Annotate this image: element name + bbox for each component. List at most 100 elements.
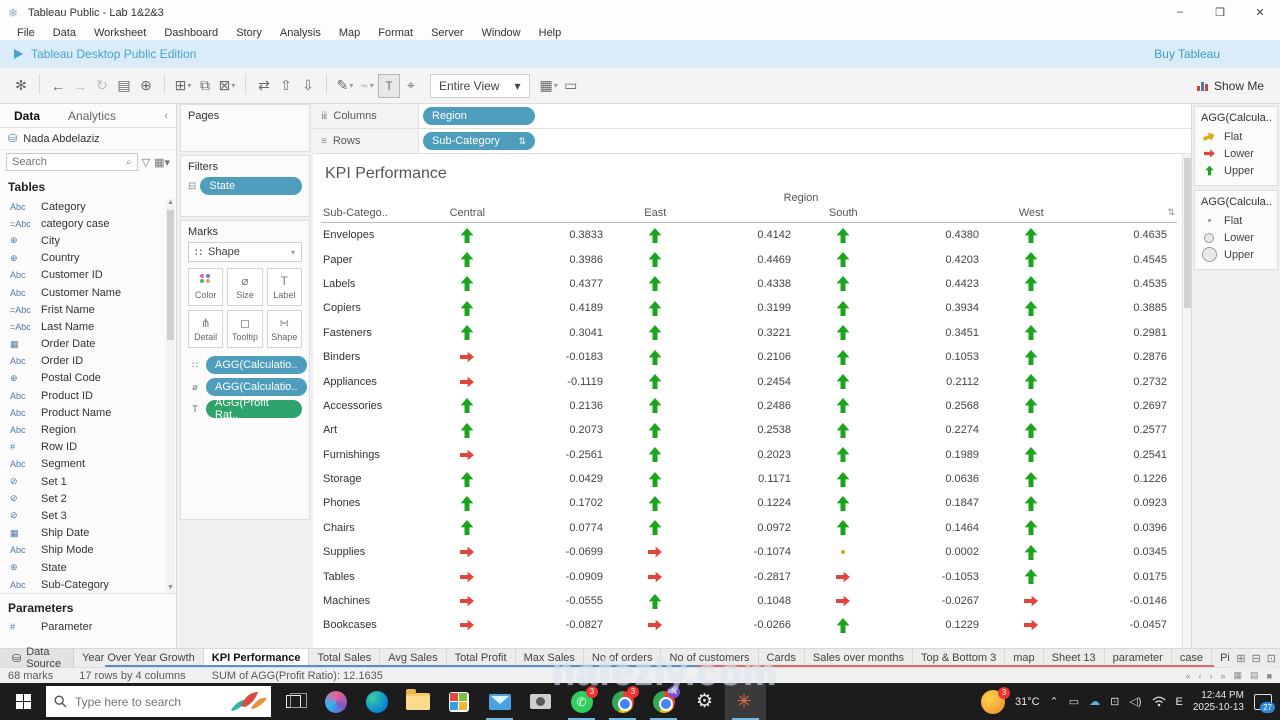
size-button[interactable]: ⌀ Size	[227, 268, 263, 306]
kpi-cell[interactable]: 0.1464	[801, 516, 989, 540]
kpi-cell[interactable]: 0.2541	[989, 443, 1177, 467]
taskbar-app-copilot[interactable]	[315, 683, 356, 720]
field-ship-mode[interactable]: Abc Ship Mode	[0, 542, 176, 559]
show-me-button[interactable]: Show Me	[1196, 79, 1270, 93]
kpi-cell[interactable]: 0.2568	[801, 394, 989, 418]
display-icon[interactable]: ⊡	[1110, 695, 1119, 708]
notification-center-icon[interactable]: 27	[1254, 693, 1275, 713]
new-story-button[interactable]: ⊡	[1267, 652, 1276, 665]
kpi-cell[interactable]: 0.4635	[989, 223, 1177, 247]
kpi-cell[interactable]: 0.0175	[989, 564, 1177, 588]
field-order-date[interactable]: ▦ Order Date	[0, 336, 176, 353]
buy-tableau-link[interactable]: Buy Tableau	[1154, 47, 1220, 61]
field-frist-name[interactable]: =Abc Frist Name	[0, 301, 176, 318]
kpi-cell[interactable]: 0.2454	[613, 369, 801, 393]
kpi-cell[interactable]: 0.0972	[613, 516, 801, 540]
field-region[interactable]: Abc Region	[0, 421, 176, 438]
taskbar-app-mail[interactable]	[479, 683, 520, 720]
tableau-logo-icon[interactable]: ✻	[10, 74, 32, 98]
filter-fields-icon[interactable]: ▽	[142, 156, 150, 169]
restore-button[interactable]: ❐	[1200, 0, 1240, 24]
menu-analysis[interactable]: Analysis	[271, 27, 330, 39]
fit-dropdown[interactable]: Entire View ▾	[430, 73, 530, 98]
field-postal-code[interactable]: ⊕ Postal Code	[0, 370, 176, 387]
label-button[interactable]: T Label	[266, 268, 302, 306]
field-ship-date[interactable]: ▦ Ship Date	[0, 525, 176, 542]
field-set-3[interactable]: ⊘ Set 3	[0, 507, 176, 524]
kpi-cell[interactable]: -0.2561	[425, 443, 613, 467]
task-view-button[interactable]	[271, 693, 315, 708]
field-last-name[interactable]: =Abc Last Name	[0, 318, 176, 335]
scroll-down-icon[interactable]: ▼	[166, 583, 175, 593]
mark-type-dropdown[interactable]: ∷ Shape ▾	[188, 242, 302, 262]
kpi-cell[interactable]: -0.0555	[425, 589, 613, 613]
show-filmstrip-icon[interactable]: ▤	[1250, 670, 1259, 681]
field-segment[interactable]: Abc Segment	[0, 456, 176, 473]
kpi-cell[interactable]: 0.3885	[989, 296, 1177, 320]
wifi-icon[interactable]	[1152, 696, 1166, 707]
kpi-cell[interactable]: 0.3041	[425, 321, 613, 345]
fix-axes-icon[interactable]: ⌖	[400, 74, 422, 98]
clock[interactable]: 12:44 PM 2025-10-13	[1193, 690, 1244, 714]
kpi-cell[interactable]: 0.3934	[801, 296, 989, 320]
menu-server[interactable]: Server	[422, 27, 472, 39]
speaker-icon[interactable]: ◁)	[1129, 695, 1141, 708]
kpi-cell[interactable]: -0.0699	[425, 540, 613, 564]
kpi-cell[interactable]: 0.2136	[425, 394, 613, 418]
kpi-cell[interactable]: 0.4189	[425, 296, 613, 320]
kpi-cell[interactable]: 0.2981	[989, 321, 1177, 345]
kpi-cell[interactable]: 0.3833	[425, 223, 613, 247]
pages-card[interactable]: Pages	[180, 104, 310, 152]
legend-item-lower[interactable]: Lower	[1201, 146, 1271, 161]
mark-pill[interactable]: AGG(Profit Rat..	[206, 397, 302, 421]
kpi-cell[interactable]: 0.1702	[425, 491, 613, 515]
new-worksheet-icon[interactable]: ⊞ ▾	[172, 74, 194, 98]
taskbar-app-camera[interactable]	[520, 683, 561, 720]
kpi-cell[interactable]: 0.0774	[425, 516, 613, 540]
taskbar-app-file-explorer[interactable]	[397, 683, 438, 720]
kpi-cell[interactable]: 0.4203	[801, 247, 989, 271]
show-mark-labels-icon[interactable]: T	[378, 73, 400, 98]
kpi-cell[interactable]: 0.2073	[425, 418, 613, 442]
kpi-cell[interactable]: 0.4545	[989, 247, 1177, 271]
mark-pill[interactable]: AGG(Calculatio..	[206, 356, 307, 374]
kpi-cell[interactable]: -0.0183	[425, 345, 613, 369]
kpi-cell[interactable]: 0.2106	[613, 345, 801, 369]
field-product-id[interactable]: Abc Product ID	[0, 387, 176, 404]
menu-file[interactable]: File	[8, 27, 44, 39]
undo-icon[interactable]: ←	[47, 74, 69, 98]
next-tab-icon[interactable]: ›	[1210, 671, 1213, 681]
tooltip-button[interactable]: ◻ Tooltip	[227, 310, 263, 348]
kpi-cell[interactable]: 0.2697	[989, 394, 1177, 418]
filter-pill-state[interactable]: State	[200, 177, 302, 195]
minimize-button[interactable]: –	[1160, 0, 1200, 24]
kpi-cell[interactable]: 0.2274	[801, 418, 989, 442]
save-icon[interactable]: ▤	[113, 74, 135, 98]
menu-story[interactable]: Story	[227, 27, 271, 39]
sort-ascending-icon[interactable]: ⇧	[275, 74, 297, 98]
field-row-id[interactable]: # Row ID	[0, 439, 176, 456]
kpi-cell[interactable]: 0.0396	[989, 516, 1177, 540]
kpi-cell[interactable]: 0.2023	[613, 443, 801, 467]
kpi-cell[interactable]: 0.1229	[801, 613, 989, 637]
tab-data-source[interactable]: ⛁ Data Source	[0, 646, 75, 670]
language-indicator[interactable]: E	[1176, 696, 1183, 708]
new-dashboard-button[interactable]: ⊟	[1252, 652, 1261, 665]
kpi-cell[interactable]: 0.1226	[989, 467, 1177, 491]
kpi-cell[interactable]: 0.1224	[613, 491, 801, 515]
legend-item-lower[interactable]: Lower	[1201, 230, 1271, 245]
marks-card[interactable]: Marks ∷ Shape ▾ Color ⌀ Size T Label ⋔ Detail ◻…	[180, 220, 310, 520]
start-button[interactable]	[0, 683, 46, 720]
collapse-pane-icon[interactable]: ‹	[164, 110, 176, 122]
mark-pill[interactable]: AGG(Calculatio..	[206, 378, 307, 396]
menu-dashboard[interactable]: Dashboard	[155, 27, 227, 39]
kpi-cell[interactable]: -0.0267	[801, 589, 989, 613]
swap-rows-columns-icon[interactable]: ⇄	[253, 74, 275, 98]
field-set-2[interactable]: ⊘ Set 2	[0, 490, 176, 507]
kpi-cell[interactable]: -0.1074	[613, 540, 801, 564]
kpi-cell[interactable]: 0.1847	[801, 491, 989, 515]
kpi-cell[interactable]: 0.1053	[801, 345, 989, 369]
kpi-cell[interactable]: 0.0636	[801, 467, 989, 491]
field-sub-category[interactable]: Abc Sub-Category	[0, 576, 176, 593]
tab-data[interactable]: Data	[0, 109, 54, 123]
